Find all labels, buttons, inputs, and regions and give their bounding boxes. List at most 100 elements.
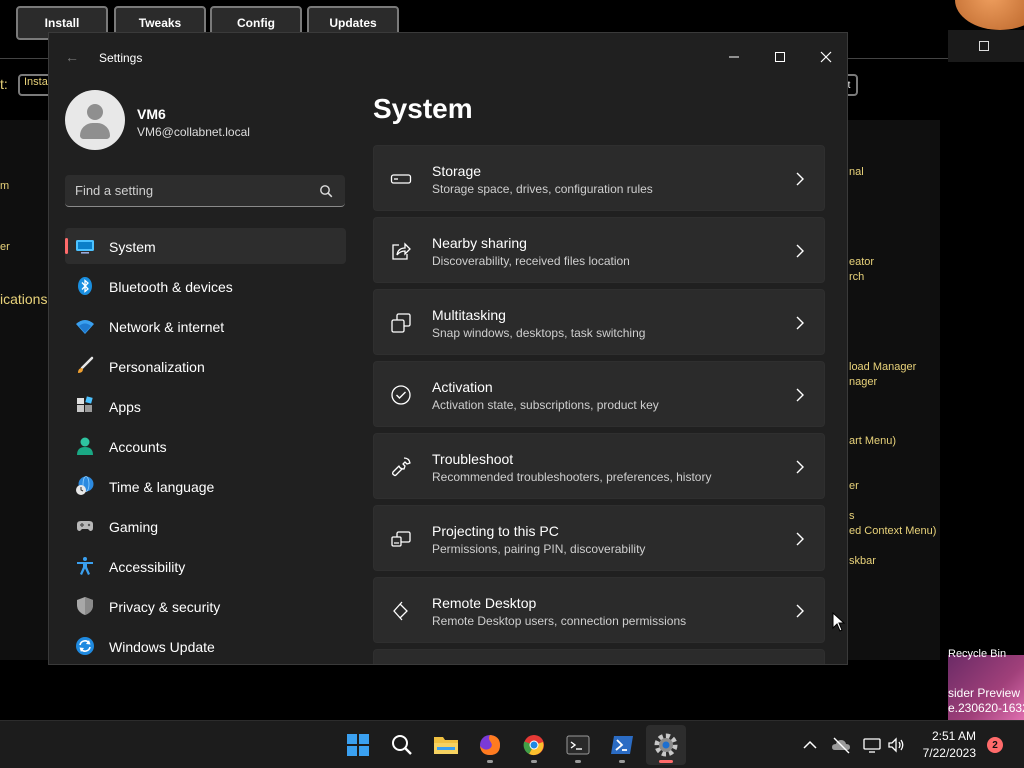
sidebar-item-time-language[interactable]: Time & language [65,468,346,504]
sidebar-item-privacy-security[interactable]: Privacy & security [65,588,346,624]
maximize-icon[interactable] [979,41,989,51]
start-button[interactable] [338,725,378,765]
profile-email: VM6@collabnet.local [137,125,250,139]
globe-clock-icon [76,476,94,495]
desktop-wallpaper [948,0,1024,720]
card-subtitle: Activation state, subscriptions, product… [432,398,659,412]
sidebar-item-label: Gaming [109,519,159,535]
clock-time[interactable]: 2:51 AM [904,729,976,743]
chrome-button[interactable] [514,725,554,765]
sidebar-item-label: Time & language [109,479,215,495]
sidebar-item-label: Bluetooth & devices [109,279,233,295]
chrome-icon [523,735,544,756]
sidebar-item-label: Personalization [109,359,205,375]
search-box[interactable] [65,175,345,207]
running-indicator [487,760,493,763]
card-troubleshoot[interactable]: Troubleshoot Recommended troubleshooters… [373,433,825,499]
bg-left-text: m [0,180,10,192]
card-partial[interactable] [373,649,825,664]
title-bar[interactable]: ← Settings [49,33,847,81]
settings-card-list: Storage Storage space, drives, configura… [373,145,825,664]
bg-right-text: rch [849,271,865,283]
terminal-button[interactable] [558,725,598,765]
card-subtitle: Discoverability, received files location [432,254,630,268]
back-arrow-icon[interactable]: ← [65,49,79,65]
recycle-bin-label[interactable]: Recycle Bin [948,648,1006,660]
settings-gear-icon [654,733,678,757]
network-icon[interactable] [862,735,882,755]
start-icon [347,734,369,756]
sidebar-item-windows-update[interactable]: Windows Update [65,628,346,664]
card-activation[interactable]: Activation Activation state, subscriptio… [373,361,825,427]
bg-label: t: [0,76,8,92]
settings-taskbar-button[interactable] [646,725,686,765]
card-projecting[interactable]: Projecting to this PC Permissions, pairi… [373,505,825,571]
chevron-right-icon [796,532,804,546]
brush-icon [78,356,94,373]
sidebar-item-personalization[interactable]: Personalization [65,348,346,384]
gamepad-icon [77,521,93,531]
sidebar-item-bluetooth[interactable]: Bluetooth & devices [65,268,346,304]
notification-badge[interactable]: 2 [987,737,1003,753]
profile-name: VM6 [137,106,166,122]
card-title: Nearby sharing [432,235,527,251]
bg-right-text: s [849,510,855,522]
card-storage[interactable]: Storage Storage space, drives, configura… [373,145,825,211]
sidebar-item-system[interactable]: System [65,228,346,264]
settings-window: ← Settings VM6 VM6@collabnet.local Find … [48,32,848,665]
avatar[interactable] [65,90,125,150]
search-input[interactable] [75,175,315,206]
build-watermark: sider Preview [948,686,1021,700]
terminal-icon [566,735,590,755]
card-multitasking[interactable]: Multitasking Snap windows, desktops, tas… [373,289,825,355]
clock-date[interactable]: 7/22/2023 [904,746,976,760]
volume-icon[interactable] [886,735,906,755]
update-icon [76,637,94,655]
minimize-button[interactable] [711,41,757,73]
sidebar-item-label: Accessibility [109,559,186,575]
card-nearby-sharing[interactable]: Nearby sharing Discoverability, received… [373,217,825,283]
onedrive-off-icon[interactable] [831,735,851,755]
check-circle-icon [391,385,411,405]
sidebar-item-accessibility[interactable]: Accessibility [65,548,346,584]
chevron-right-icon [796,388,804,402]
desktop: Install Tweaks Config Updates t: Insta t… [0,0,1024,720]
maximize-icon [775,52,785,62]
bg-right-text: nager [849,376,878,388]
bg-right-text: skbar [849,555,876,567]
bg-left-text: ications [0,291,48,307]
card-title: Storage [432,163,482,179]
sidebar-item-network[interactable]: Network & internet [65,308,346,344]
mouse-cursor-icon [832,612,846,632]
sidebar-item-apps[interactable]: Apps [65,388,346,424]
sidebar-item-accounts[interactable]: Accounts [65,428,346,464]
sidebar-item-label: System [109,239,156,255]
card-remote-desktop[interactable]: Remote Desktop Remote Desktop users, con… [373,577,825,643]
wrench-icon [392,457,411,477]
window-title: Settings [99,51,143,65]
bg-left-text: er [0,241,10,253]
powershell-icon [611,736,633,754]
multitask-icon [391,313,411,333]
card-subtitle: Permissions, pairing PIN, discoverabilit… [432,542,646,556]
sidebar-item-label: Windows Update [109,639,215,655]
active-indicator [659,760,673,763]
powershell-button[interactable] [602,725,642,765]
search-icon[interactable] [319,184,333,198]
file-explorer-icon [434,737,458,754]
bg-install-field[interactable]: Insta [18,74,52,96]
close-button[interactable] [803,41,847,73]
bg-right-text: er [849,480,859,492]
taskbar-search-button[interactable] [382,725,422,765]
build-watermark: e.230620-1632 [948,701,1024,715]
firefox-button[interactable] [470,725,510,765]
card-title: Projecting to this PC [432,523,559,539]
maximize-button[interactable] [757,41,803,73]
chevron-right-icon [796,244,804,258]
chevron-up-icon[interactable] [800,735,820,755]
monitor-icon [76,240,94,254]
storage-icon [390,174,412,184]
card-title: Troubleshoot [432,451,514,467]
sidebar-item-gaming[interactable]: Gaming [65,508,346,544]
file-explorer-button[interactable] [426,725,466,765]
